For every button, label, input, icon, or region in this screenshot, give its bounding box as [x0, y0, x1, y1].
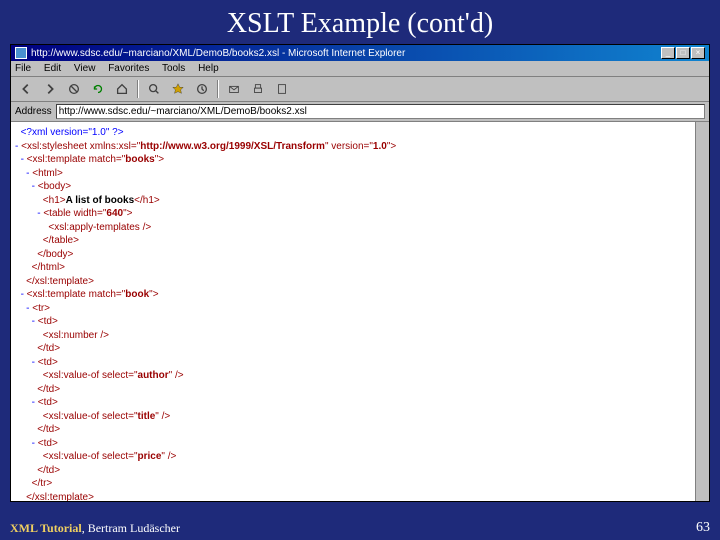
search-button[interactable] [143, 79, 165, 99]
ie-icon [15, 47, 27, 59]
titlebar: http://www.sdsc.edu/~marciano/XML/DemoB/… [11, 45, 709, 61]
page-number: 63 [696, 520, 710, 536]
stop-button[interactable] [63, 79, 85, 99]
maximize-button[interactable]: □ [676, 47, 690, 59]
back-button[interactable] [15, 79, 37, 99]
toolbar-separator [137, 80, 139, 98]
toolbar [11, 77, 709, 102]
history-button[interactable] [191, 79, 213, 99]
menu-edit[interactable]: Edit [44, 63, 61, 74]
window-title: http://www.sdsc.edu/~marciano/XML/DemoB/… [31, 48, 661, 59]
address-label: Address [15, 106, 52, 117]
footer-bold: XML Tutorial [10, 521, 82, 535]
edit-button[interactable] [271, 79, 293, 99]
menu-tools[interactable]: Tools [162, 63, 185, 74]
mail-button[interactable] [223, 79, 245, 99]
minimize-button[interactable]: _ [661, 47, 675, 59]
menu-help[interactable]: Help [198, 63, 219, 74]
toolbar-separator [217, 80, 219, 98]
browser-window: http://www.sdsc.edu/~marciano/XML/DemoB/… [10, 44, 710, 502]
content-area: <?xml version="1.0" ?> - <xsl:stylesheet… [11, 122, 709, 501]
print-button[interactable] [247, 79, 269, 99]
home-button[interactable] [111, 79, 133, 99]
forward-button[interactable] [39, 79, 61, 99]
favorites-button[interactable] [167, 79, 189, 99]
menubar: File Edit View Favorites Tools Help [11, 61, 709, 77]
slide-title: XSLT Example (cont'd) [0, 0, 720, 44]
address-input[interactable] [56, 104, 705, 119]
menu-file[interactable]: File [15, 63, 31, 74]
menu-view[interactable]: View [74, 63, 96, 74]
addressbar: Address [11, 102, 709, 122]
close-button[interactable]: × [691, 47, 705, 59]
footer: XML Tutorial, Bertram Ludäscher 63 [0, 516, 720, 540]
scrollbar[interactable] [695, 122, 709, 501]
refresh-button[interactable] [87, 79, 109, 99]
menu-favorites[interactable]: Favorites [108, 63, 149, 74]
footer-author: , Bertram Ludäscher [82, 521, 180, 535]
